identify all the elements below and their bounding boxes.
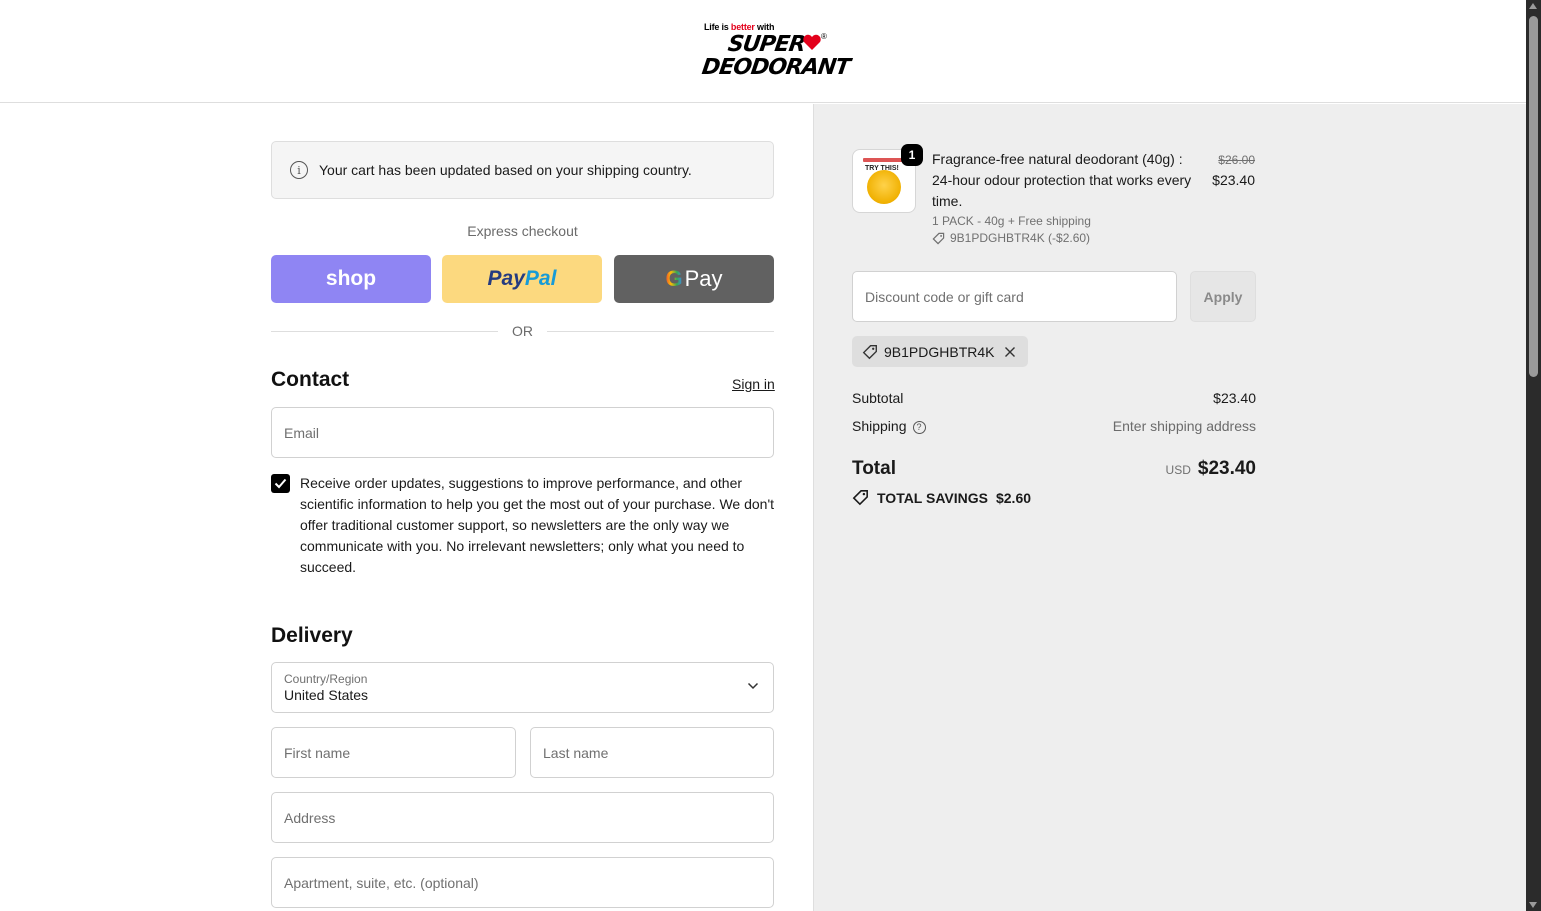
quantity-badge: 1 [901, 144, 923, 166]
heart-icon [803, 34, 821, 50]
shipping-value: Enter shipping address [1112, 418, 1256, 434]
tag-icon [932, 232, 945, 244]
total-currency: USD [1165, 463, 1191, 477]
brand-name-line2: DEODORANT [700, 55, 852, 80]
newsletter-checkbox[interactable] [271, 474, 290, 493]
help-icon[interactable]: ? [912, 420, 926, 434]
brand-tagline: Life is better with [704, 22, 774, 32]
country-select[interactable]: Country/Region United States [271, 662, 774, 713]
product-variant: 1 PACK - 40g + Free shipping [932, 214, 1091, 228]
product-discount-text: 9B1PDGHBTR4K (-$2.60) [950, 231, 1091, 245]
paypal-label-part2: Pal [524, 267, 557, 290]
paypal-label-part1: Pay [487, 267, 525, 290]
header: Life is better with SUPER ® DEODORANT [0, 0, 1526, 103]
savings-label: TOTAL SAVINGS [877, 489, 988, 506]
remove-discount-icon[interactable] [1004, 346, 1016, 358]
subtotal-label: Subtotal [852, 390, 904, 406]
checkout-main: i Your cart has been updated based on yo… [0, 104, 813, 911]
cart-updated-notice: i Your cart has been updated based on yo… [271, 141, 774, 199]
total-row: Total USD $23.40 [852, 458, 1256, 480]
brand-name-line1: SUPER [726, 32, 807, 57]
country-label: Country/Region [284, 672, 368, 686]
chevron-down-icon [747, 682, 759, 690]
shipping-label: Shipping [852, 418, 907, 434]
registered-mark: ® [821, 32, 827, 41]
total-label: Total [852, 458, 896, 479]
tagline-suffix: with [757, 22, 775, 32]
last-name-field[interactable]: Last name [530, 727, 774, 778]
total-value: $23.40 [1197, 458, 1256, 479]
express-checkout-label: Express checkout [467, 223, 578, 239]
notice-text: Your cart has been updated based on your… [319, 162, 692, 178]
original-price: $26.00 [1218, 153, 1255, 167]
google-pay-label: Pay [684, 266, 723, 291]
or-separator: OR [271, 322, 774, 340]
first-name-field[interactable]: First name [271, 727, 516, 778]
contact-title: Contact [271, 368, 350, 391]
apartment-field[interactable]: Apartment, suite, etc. (optional) [271, 857, 774, 908]
address-field[interactable]: Address [271, 792, 774, 843]
brand-logo[interactable]: Life is better with SUPER ® DEODORANT [700, 20, 851, 80]
shop-pay-label: shop [325, 267, 377, 290]
shop-pay-button[interactable]: shop [271, 255, 431, 303]
sign-in-link[interactable]: Sign in [732, 376, 775, 392]
google-g-icon: G [665, 266, 683, 291]
country-value: United States [284, 687, 369, 703]
newsletter-text: Receive order updates, suggestions to im… [300, 475, 775, 575]
paypal-button[interactable]: Pay Pal [442, 255, 602, 303]
scrollbar-thumb[interactable] [1529, 16, 1538, 377]
tag-icon [852, 490, 868, 506]
total-savings: TOTAL SAVINGS $2.60 [852, 489, 1031, 506]
email-field[interactable]: Email [271, 407, 774, 458]
savings-value: $2.60 [995, 489, 1032, 506]
product-discount: 9B1PDGHBTR4K (-$2.60) [932, 231, 1090, 245]
order-summary: TRY THIS! 1 Fragrance-free natural deodo… [813, 104, 1526, 911]
product-label-band [863, 158, 905, 162]
separator-line [547, 330, 774, 332]
current-price: $23.40 [1212, 172, 1255, 188]
checkmark-icon [274, 478, 287, 489]
google-pay-button[interactable]: G Pay [614, 255, 774, 303]
shipping-row: Shipping? Enter shipping address [852, 418, 1256, 434]
delivery-title: Delivery [271, 624, 353, 647]
subtotal-row: Subtotal $23.40 [852, 390, 1256, 406]
or-text: OR [512, 323, 533, 339]
discount-code-input[interactable]: Discount code or gift card [852, 271, 1177, 322]
product-title: Fragrance-free natural deodorant (40g) :… [932, 151, 1192, 209]
applied-discount-chip: 9B1PDGHBTR4K [852, 336, 1029, 367]
scroll-up-icon[interactable] [1529, 3, 1537, 9]
info-icon: i [290, 161, 308, 179]
tag-icon [862, 344, 877, 359]
page-scrollbar[interactable] [1526, 0, 1541, 911]
tagline-prefix: Life is [704, 22, 729, 32]
scroll-down-icon[interactable] [1529, 902, 1537, 908]
newsletter-optin: Receive order updates, suggestions to im… [271, 473, 774, 578]
applied-code-text: 9B1PDGHBTR4K [884, 343, 995, 360]
apply-discount-button[interactable]: Apply [1190, 271, 1256, 322]
tagline-emphasis: better [730, 22, 755, 32]
separator-line [271, 330, 498, 332]
product-jar-image [867, 170, 901, 204]
subtotal-value: $23.40 [1213, 390, 1256, 406]
